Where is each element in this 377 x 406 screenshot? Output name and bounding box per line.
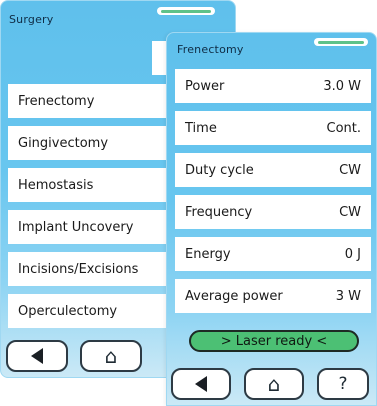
list-item-label: Operculectomy — [18, 303, 118, 319]
param-row-frequency[interactable]: Frequency CW — [175, 195, 371, 229]
parameter-list: Power 3.0 W Time Cont. Duty cycle CW Fre… — [175, 69, 371, 321]
list-item-label: Incisions/Excisions — [18, 261, 139, 277]
param-label: Duty cycle — [185, 162, 254, 178]
param-label: Frequency — [185, 204, 253, 220]
home-icon: ⌂ — [267, 372, 281, 396]
left-triangle-icon — [195, 376, 207, 392]
list-item-label: Gingivectomy — [18, 135, 109, 151]
frenectomy-screen: Frenectomy Power 3.0 W Time Cont. Duty c… — [166, 32, 377, 406]
list-item-gingivectomy[interactable]: Gingivectomy — [8, 126, 167, 160]
param-row-duty-cycle[interactable]: Duty cycle CW — [175, 153, 371, 187]
list-item-operculectomy[interactable]: Operculectomy — [8, 294, 167, 328]
list-item-label: Implant Uncovery — [18, 219, 134, 235]
param-value: CW — [339, 204, 361, 220]
laser-status-label: > Laser ready < — [220, 333, 328, 349]
param-value: 0 J — [344, 246, 361, 262]
param-row-power[interactable]: Power 3.0 W — [175, 69, 371, 103]
left-triangle-icon — [31, 348, 43, 364]
procedure-list: Frenectomy Gingivectomy Hemostasis Impla… — [8, 84, 167, 336]
param-label: Power — [185, 78, 225, 94]
home-button[interactable]: ⌂ — [244, 368, 304, 400]
list-item-frenectomy[interactable]: Frenectomy — [8, 84, 167, 118]
home-button[interactable]: ⌂ — [80, 340, 142, 372]
param-value: Cont. — [326, 120, 362, 136]
surgery-tab-indicator — [157, 7, 215, 15]
help-button[interactable]: ? — [317, 368, 369, 400]
home-icon: ⌂ — [104, 344, 118, 368]
frenectomy-screen-title: Frenectomy — [177, 43, 244, 56]
back-button[interactable] — [6, 340, 68, 372]
laser-status-button[interactable]: > Laser ready < — [189, 330, 359, 352]
list-item-label: Hemostasis — [18, 177, 94, 193]
param-row-energy[interactable]: Energy 0 J — [175, 237, 371, 271]
help-label: ? — [338, 374, 348, 394]
param-label: Energy — [185, 246, 231, 262]
param-label: Average power — [185, 288, 283, 304]
param-value: CW — [339, 162, 361, 178]
param-value: 3.0 W — [323, 78, 361, 94]
surgery-screen-title: Surgery — [9, 13, 54, 26]
param-label: Time — [185, 120, 217, 136]
back-button[interactable] — [171, 368, 231, 400]
list-item-label: Frenectomy — [18, 93, 95, 109]
list-item-incisions-excisions[interactable]: Incisions/Excisions — [8, 252, 167, 286]
frenectomy-tab-indicator — [314, 38, 368, 46]
list-item-hemostasis[interactable]: Hemostasis — [8, 168, 167, 202]
param-row-time[interactable]: Time Cont. — [175, 111, 371, 145]
list-item-implant-uncovery[interactable]: Implant Uncovery — [8, 210, 167, 244]
param-value: 3 W — [335, 288, 361, 304]
param-row-average-power[interactable]: Average power 3 W — [175, 279, 371, 313]
